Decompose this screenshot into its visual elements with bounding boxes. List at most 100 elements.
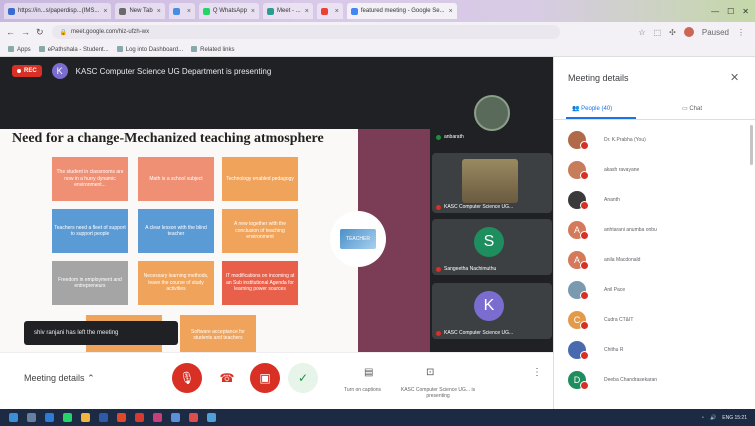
participant-row[interactable]: Anil Pace xyxy=(568,279,748,303)
reload-icon[interactable]: ↻ xyxy=(36,27,44,38)
close-icon[interactable]: × xyxy=(251,8,255,15)
leave-call-button[interactable]: ☎ xyxy=(212,363,242,393)
participant-row[interactable]: Chithu R xyxy=(568,339,748,363)
address-bar-icons: ☆ ⬚ ✣ Paused ⋮ xyxy=(638,27,755,37)
start-icon[interactable] xyxy=(9,413,18,422)
tab-label: Meet - ... xyxy=(277,8,301,14)
minimize-icon[interactable]: — xyxy=(711,7,719,16)
participant-row[interactable]: D Deeba Chandrasekaran xyxy=(568,369,748,393)
slide-box: A new together with the conclusion of te… xyxy=(222,209,298,253)
mic-off-icon xyxy=(436,204,441,210)
participant-tile[interactable]: K KASC Computer Science UG... xyxy=(432,283,552,339)
url-input[interactable]: 🔒 meet.google.com/hiz-ufzh-wx xyxy=(51,25,560,39)
participant-row[interactable]: Dr. K.Prabha (You) xyxy=(568,129,748,153)
app-icon[interactable] xyxy=(153,413,162,422)
participant-tile[interactable]: KASC Computer Science UG... xyxy=(432,153,552,213)
puzzle-icon[interactable]: ✣ xyxy=(669,28,676,37)
participant-name: anhtarani anumba onbu xyxy=(604,227,657,233)
avatar: S xyxy=(474,227,504,257)
bookmark-item[interactable]: Apps xyxy=(8,46,31,53)
participant-label: anbarath xyxy=(444,134,464,140)
meeting-details-button[interactable]: Meeting details ⌃ xyxy=(24,373,95,384)
folder-icon[interactable] xyxy=(81,413,90,422)
participant-row[interactable]: akash ravayane xyxy=(568,159,748,183)
star-icon[interactable]: ☆ xyxy=(638,28,645,37)
participant-row[interactable]: C Cudra CT&IT xyxy=(568,309,748,333)
browser-tab[interactable]: Q WhatsApp × xyxy=(198,3,260,19)
recording-badge: REC xyxy=(12,65,42,77)
close-icon[interactable]: × xyxy=(103,8,107,15)
raise-hand-button[interactable]: ✓ xyxy=(288,363,318,393)
tab-chat[interactable]: ▭ Chat xyxy=(682,105,702,112)
maximize-icon[interactable]: ☐ xyxy=(727,7,734,16)
powerpoint-icon[interactable] xyxy=(117,413,126,422)
app-icon[interactable] xyxy=(171,413,180,422)
avatar: K xyxy=(474,291,504,321)
mic-off-icon xyxy=(580,321,589,330)
close-icon[interactable]: × xyxy=(449,8,453,15)
browser-tab[interactable]: × xyxy=(316,3,343,19)
mic-off-icon xyxy=(580,261,589,270)
participant-name: Deeba Chandrasekaran xyxy=(604,377,658,383)
tab-people[interactable]: 👥 People (40) xyxy=(572,105,612,112)
browser-tab[interactable]: Meet - ... × xyxy=(263,3,313,19)
participant-name: Ananth xyxy=(604,197,620,203)
participant-label: KASC Computer Science UG... xyxy=(444,330,514,336)
app-icon[interactable] xyxy=(189,413,198,422)
captions-label: Turn on captions xyxy=(344,387,382,393)
active-tab-indicator xyxy=(566,117,636,119)
camera-toggle-button[interactable]: ▣ xyxy=(250,363,280,393)
tab-favicon-icon xyxy=(119,7,127,15)
participant-name: KASC Computer Science UG... xyxy=(436,330,513,336)
browser-tab[interactable]: × xyxy=(168,3,195,19)
whatsapp-icon[interactable] xyxy=(63,413,72,422)
participant-name: KASC Computer Science UG... xyxy=(436,204,513,210)
slide-box: IT modifications on incoming at an Sub i… xyxy=(222,261,298,305)
slide-box: Math is a school subject xyxy=(138,157,214,201)
more-options-icon[interactable]: ⋮ xyxy=(532,367,542,378)
participant-row[interactable]: Aanila Macdonald xyxy=(568,249,748,273)
menu-icon[interactable]: ⋮ xyxy=(737,28,745,37)
forward-icon[interactable]: → xyxy=(21,27,30,37)
captions-icon[interactable]: ▤ xyxy=(364,367,373,378)
mic-off-icon xyxy=(580,291,589,300)
close-icon[interactable]: ✕ xyxy=(730,71,739,84)
participant-row[interactable]: Aanhtarani anumba onbu xyxy=(568,219,748,243)
browser-tab[interactable]: https://in...s/paperdisp...(IMS... × xyxy=(4,3,112,19)
participant-label: Sangeetha Nachimuthu xyxy=(444,266,497,272)
app-icon[interactable] xyxy=(207,413,216,422)
chevron-up-icon: ⌃ xyxy=(87,373,95,383)
profile-avatar[interactable] xyxy=(683,27,694,37)
bookmark-item[interactable]: Log into Dashboard... xyxy=(117,46,183,53)
mic-off-icon xyxy=(580,381,589,390)
participant-tile[interactable]: S Sangeetha Nachimuthu xyxy=(432,219,552,275)
close-icon[interactable]: × xyxy=(335,8,339,15)
close-window-icon[interactable]: ✕ xyxy=(742,7,749,16)
meeting-controls: Meeting details ⌃ 🎙 ☎ ▣ ✓ ▤ Turn on capt… xyxy=(0,352,553,409)
presenter-text: KASC Computer Science UG Department is p… xyxy=(75,66,272,76)
slide-center-graphic: TEACHER xyxy=(330,211,386,267)
close-icon[interactable]: × xyxy=(157,8,161,15)
close-icon[interactable]: × xyxy=(187,8,191,15)
participant-video xyxy=(462,159,518,203)
extension-icon[interactable]: ⬚ xyxy=(654,28,662,37)
close-icon[interactable]: × xyxy=(305,8,309,15)
mic-off-icon xyxy=(580,141,589,150)
participant-row[interactable]: Ananth xyxy=(568,189,748,213)
browser-tab[interactable]: New Tab × xyxy=(115,3,165,19)
edge-icon[interactable] xyxy=(45,413,54,422)
search-icon[interactable] xyxy=(27,413,36,422)
participant-tile[interactable]: anbarath xyxy=(432,91,552,143)
bookmark-item[interactable]: Related links xyxy=(191,46,234,53)
chrome-icon[interactable] xyxy=(135,413,144,422)
slide-box: Software acceptance for students and tea… xyxy=(180,315,256,355)
word-icon[interactable] xyxy=(99,413,108,422)
scrollbar[interactable] xyxy=(750,125,753,165)
back-icon[interactable]: ← xyxy=(6,27,15,37)
bookmark-item[interactable]: ePathshala - Student... xyxy=(39,46,109,53)
mic-off-icon xyxy=(436,330,441,336)
participant-name: anbarath xyxy=(436,134,464,140)
browser-tab-active[interactable]: featured meeting - Google Se... × xyxy=(346,3,457,19)
present-icon[interactable]: ⊡ xyxy=(426,367,434,378)
mic-toggle-button[interactable]: 🎙 xyxy=(172,363,202,393)
